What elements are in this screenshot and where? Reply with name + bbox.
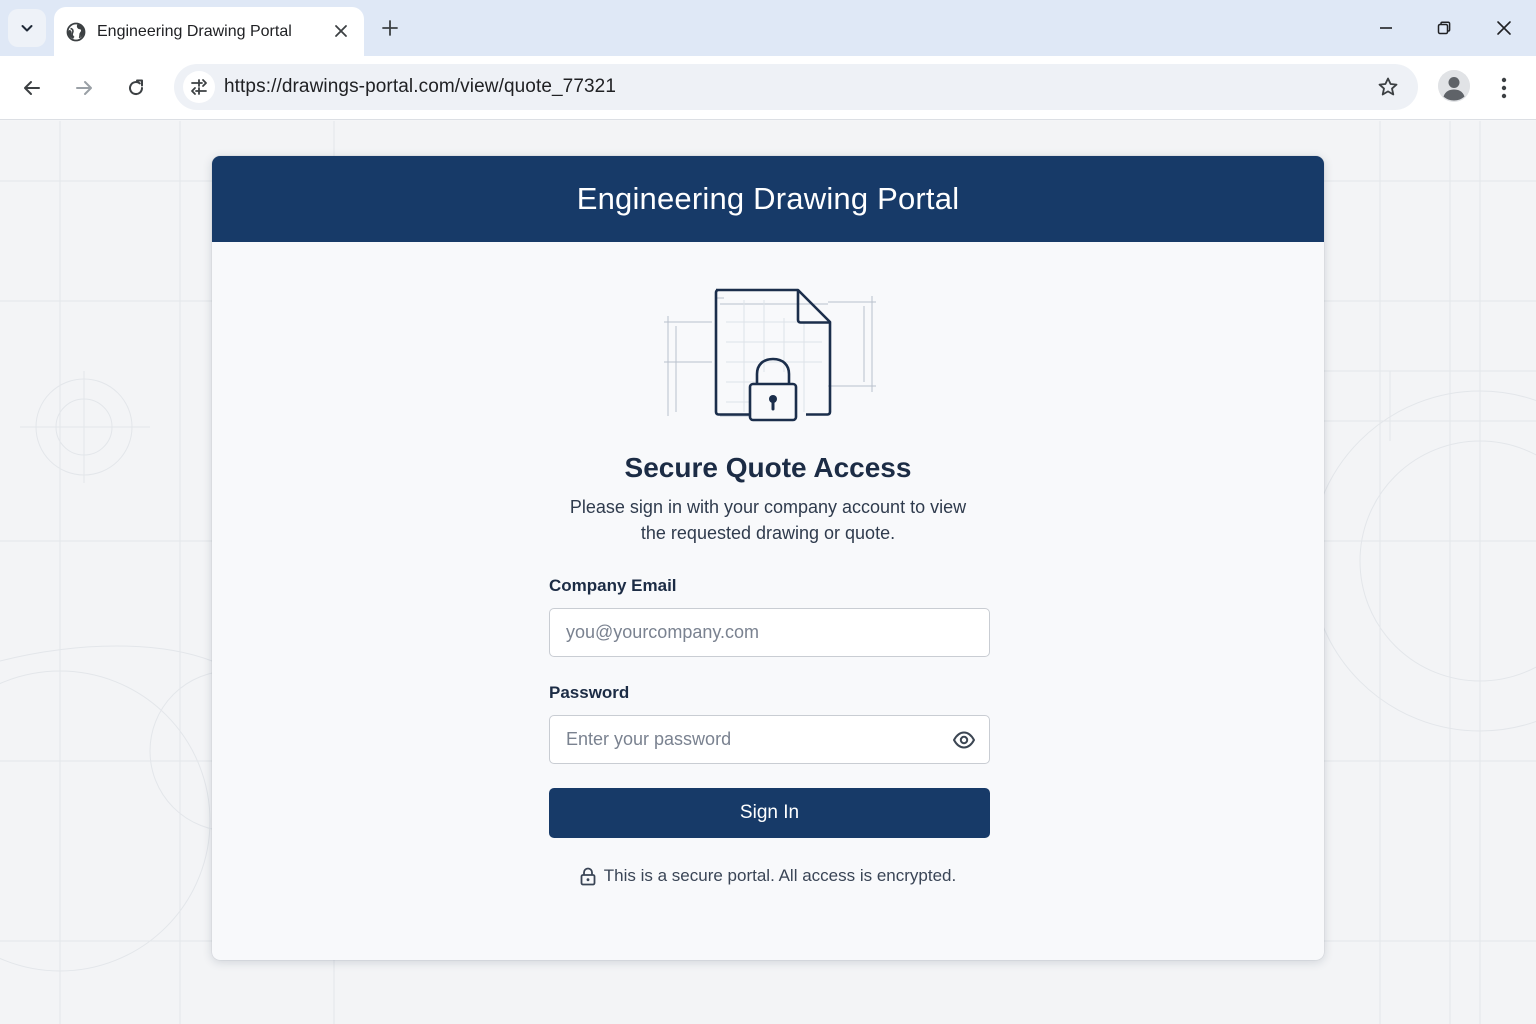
- login-card: Engineering Drawing Portal Secure Quote …: [212, 156, 1324, 960]
- address-bar[interactable]: https://drawings-portal.com/view/quote_7…: [174, 64, 1418, 110]
- page-viewport: Engineering Drawing Portal Secure Quote …: [0, 121, 1536, 1024]
- email-field[interactable]: [549, 608, 990, 657]
- chevron-down-icon: [21, 25, 33, 32]
- arrow-left-icon: [24, 81, 40, 95]
- locked-document-icon: [664, 288, 876, 422]
- back-button[interactable]: [16, 72, 48, 104]
- tab-title: Engineering Drawing Portal: [97, 22, 292, 40]
- sign-in-button[interactable]: Sign In: [549, 788, 990, 838]
- section-subtitle: Please sign in with your company account…: [569, 497, 967, 543]
- tune-icon: [191, 79, 207, 95]
- url-text[interactable]: https://drawings-portal.com/view/quote_7…: [224, 76, 616, 98]
- section-title: Secure Quote Access: [624, 452, 912, 483]
- lock-icon: [580, 867, 596, 885]
- person-icon: [1438, 70, 1470, 102]
- minimize-icon: [1380, 27, 1392, 29]
- browser-tab-active[interactable]: Engineering Drawing Portal: [54, 7, 364, 56]
- bookmark-button[interactable]: [1374, 73, 1402, 101]
- tab-close-button[interactable]: [330, 20, 352, 42]
- browser-toolbar: https://drawings-portal.com/view/quote_7…: [0, 56, 1536, 120]
- globe-icon: [66, 22, 86, 42]
- forward-button[interactable]: [68, 72, 100, 104]
- password-field[interactable]: [549, 715, 990, 764]
- close-window-button[interactable]: [1490, 14, 1518, 42]
- portal-title: Engineering Drawing Portal: [576, 181, 960, 216]
- arrow-right-icon: [76, 81, 92, 95]
- site-info-button[interactable]: [183, 71, 215, 103]
- plus-icon: [382, 20, 398, 36]
- reload-button[interactable]: [120, 72, 152, 104]
- restore-button[interactable]: [1430, 14, 1458, 42]
- restore-icon: [1437, 21, 1451, 35]
- card-header: Engineering Drawing Portal: [212, 156, 1324, 242]
- tab-search-button[interactable]: [8, 9, 46, 47]
- secure-note: This is a secure portal. All access is e…: [212, 866, 1324, 886]
- close-icon: [335, 25, 347, 37]
- password-label: Password: [549, 683, 630, 702]
- close-icon: [1497, 21, 1511, 35]
- browser-menu-button[interactable]: [1490, 72, 1518, 104]
- eye-icon: [953, 731, 975, 749]
- email-label: Company Email: [549, 576, 677, 595]
- secure-note-text: This is a secure portal. All access is e…: [603, 866, 957, 885]
- browser-tab-bar: Engineering Drawing Portal: [0, 0, 1536, 56]
- profile-button[interactable]: [1438, 70, 1470, 102]
- star-icon: [1378, 77, 1398, 96]
- reload-icon: [129, 79, 144, 96]
- show-password-toggle[interactable]: [950, 727, 978, 753]
- more-vertical-icon: [1501, 77, 1507, 99]
- minimize-button[interactable]: [1372, 14, 1400, 42]
- new-tab-button[interactable]: [376, 14, 404, 42]
